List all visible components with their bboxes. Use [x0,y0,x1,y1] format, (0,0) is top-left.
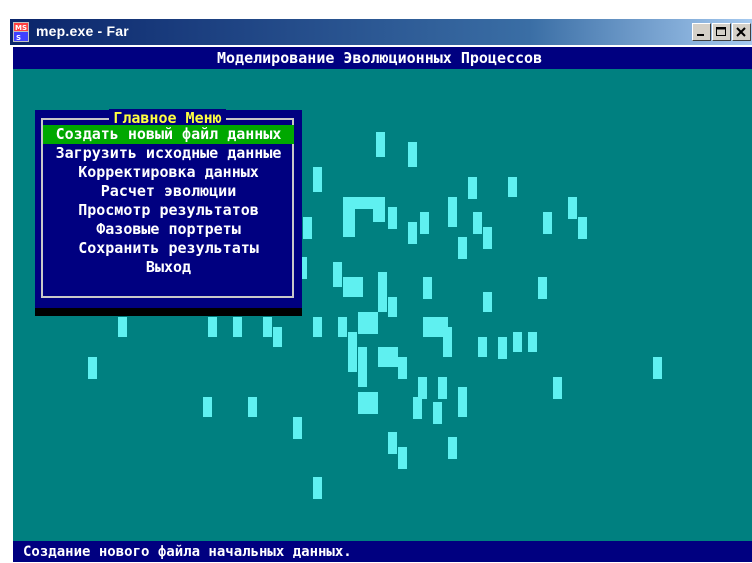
field-cell [378,347,398,367]
field-cell [348,332,357,372]
field-cell [208,317,217,337]
svg-text:S: S [16,34,21,42]
menu-item[interactable]: Просмотр результатов [43,201,294,220]
menu-item[interactable]: Корректировка данных [43,163,294,182]
field-cell [553,377,562,399]
field-cell [508,177,517,197]
field-cell [420,212,429,234]
field-cell [338,317,347,337]
field-cell [343,197,355,237]
field-cell [398,357,407,379]
field-cell [578,217,587,239]
menu-item[interactable]: Расчет эволюции [43,182,294,201]
field-cell [313,317,322,337]
field-cell [263,317,272,337]
close-button[interactable] [732,23,751,41]
menu-item[interactable]: Выход [43,258,294,277]
field-cell [408,142,417,167]
field-cell [313,167,322,192]
field-cell [483,227,492,249]
field-cell [478,337,487,357]
field-cell [538,277,547,299]
field-cell [388,207,397,229]
field-cell [358,347,367,387]
svg-text:MS: MS [15,24,27,32]
menu-items: Создать новый файл данных Загрузить исход… [43,125,294,277]
menu-item[interactable]: Сохранить результаты [43,239,294,258]
field-cell [313,477,322,499]
field-cell [248,397,257,417]
field-cell [333,262,342,287]
field-cell [358,392,378,414]
field-cell [568,197,577,219]
field-cell [413,397,422,419]
field-cell [543,212,552,234]
field-cell [438,377,447,399]
field-cell [423,277,432,299]
field-cell [408,222,417,244]
field-cell [376,132,385,157]
status-text: Создание нового файла начальных данных. [23,544,352,560]
main-menu: Главное Меню Создать новый файл данных За… [35,109,302,308]
field-cell [203,397,212,417]
field-cell [388,297,397,317]
field-cell [388,432,397,454]
field-cell [418,377,427,399]
menu-item[interactable]: Создать новый файл данных [43,125,294,144]
field-cell [448,197,457,227]
field-cell [468,177,477,199]
status-bar: Создание нового файла начальных данных. [13,541,752,562]
field-cell [303,217,312,239]
field-cell [293,417,302,439]
field-cell [118,317,127,337]
console-area: Моделирование Эволюционных Процессов Гла… [13,47,752,562]
field-cell [233,317,242,337]
field-cell [458,387,467,417]
field-cell [88,357,97,379]
field-cell [498,337,507,359]
field-cell [448,437,457,459]
field-cell [483,292,492,312]
ms-dos-icon: MS S [13,22,29,42]
field-cell [458,237,467,259]
field-cell [398,447,407,469]
field-cell [473,212,482,234]
window-title: mep.exe - Far [36,23,129,39]
window-controls [692,23,752,41]
menu-item[interactable]: Загрузить исходные данные [43,144,294,163]
field-cell [443,327,452,357]
field-cell [433,402,442,424]
field-cell [358,312,378,334]
field-cell [343,277,363,297]
field-cell [513,332,522,352]
field-cell [528,332,537,352]
minimize-button[interactable] [692,23,711,41]
window-title-bar[interactable]: MS S mep.exe - Far [10,19,752,45]
field-cell [373,197,385,222]
restore-button[interactable] [712,23,731,41]
field-cell [653,357,662,379]
menu-item[interactable]: Фазовые портреты [43,220,294,239]
field-cell [378,272,387,312]
field-cell [273,327,282,347]
